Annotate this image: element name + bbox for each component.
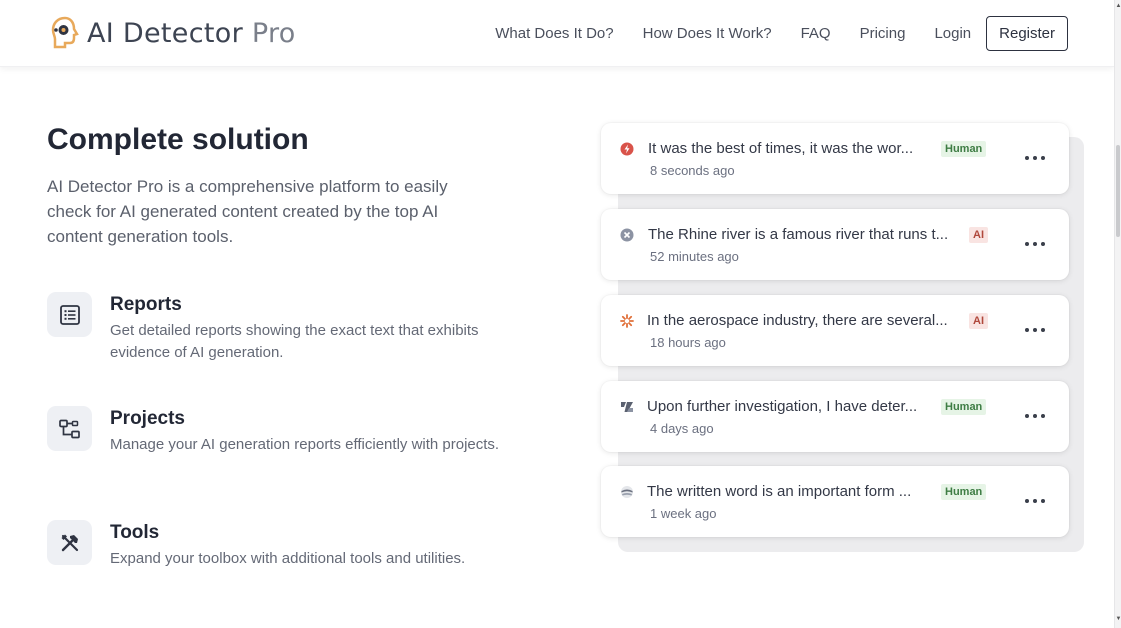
gray-circle-icon bbox=[619, 227, 635, 243]
site-header: AI Detector Pro What Does It Do? How Doe… bbox=[0, 0, 1114, 67]
layered-disc-icon bbox=[619, 484, 635, 500]
scrollbar-thumb[interactable] bbox=[1116, 145, 1120, 237]
report-snippet: The Rhine river is a famous river that r… bbox=[648, 226, 949, 243]
more-options-icon[interactable] bbox=[1025, 408, 1045, 424]
report-timestamp: 8 seconds ago bbox=[650, 163, 735, 178]
report-timestamp: 1 week ago bbox=[650, 506, 717, 521]
report-snippet: Upon further investigation, I have deter… bbox=[647, 398, 918, 415]
human-badge: Human bbox=[941, 399, 987, 415]
nav-how-does-it-work[interactable]: How Does It Work? bbox=[643, 25, 772, 42]
feature-title: Tools bbox=[110, 522, 160, 543]
brand-name-suffix: Pro bbox=[251, 17, 296, 49]
report-snippet: The written word is an important form ..… bbox=[647, 483, 912, 500]
feature-description: Manage your AI generation reports effici… bbox=[110, 436, 500, 453]
report-timestamp: 4 days ago bbox=[650, 421, 714, 436]
nav-what-does-it-do[interactable]: What Does It Do? bbox=[495, 25, 613, 42]
human-badge: Human bbox=[941, 484, 987, 500]
report-card[interactable]: The written word is an important form ..… bbox=[601, 466, 1069, 537]
report-card[interactable]: Upon further investigation, I have deter… bbox=[601, 381, 1069, 452]
report-list-icon bbox=[47, 292, 92, 337]
report-card[interactable]: It was the best of times, it was the wor… bbox=[601, 123, 1069, 194]
brand-name: AI Detector Pro bbox=[87, 18, 296, 49]
projects-flow-icon bbox=[47, 406, 92, 451]
page-scrollbar[interactable]: ▲ ▼ bbox=[1114, 0, 1121, 628]
brand-logo[interactable]: AI Detector Pro bbox=[50, 15, 296, 51]
feature-description: Get detailed reports showing the exact t… bbox=[110, 322, 479, 361]
scroll-down-arrow-icon[interactable]: ▼ bbox=[1115, 616, 1121, 623]
ai-badge: AI bbox=[969, 227, 988, 243]
report-timestamp: 18 hours ago bbox=[650, 335, 726, 350]
brand-name-main: AI Detector bbox=[87, 17, 243, 49]
feature-title: Projects bbox=[110, 408, 185, 429]
tools-icon bbox=[47, 520, 92, 565]
human-badge: Human bbox=[941, 141, 987, 157]
red-bolt-icon bbox=[619, 141, 635, 157]
report-snippet: In the aerospace industry, there are sev… bbox=[647, 312, 948, 329]
section-intro: AI Detector Pro is a comprehensive platf… bbox=[47, 177, 448, 246]
section-title: Complete solution bbox=[47, 123, 309, 156]
nav-pricing[interactable]: Pricing bbox=[860, 25, 906, 42]
more-options-icon[interactable] bbox=[1025, 150, 1045, 166]
more-options-icon[interactable] bbox=[1025, 236, 1045, 252]
nav-faq[interactable]: FAQ bbox=[801, 25, 831, 42]
slanted-logo-icon bbox=[619, 399, 635, 415]
report-timestamp: 52 minutes ago bbox=[650, 249, 739, 264]
report-card[interactable]: In the aerospace industry, there are sev… bbox=[601, 295, 1069, 366]
orange-burst-icon bbox=[619, 313, 635, 329]
main-nav: What Does It Do? How Does It Work? FAQ P… bbox=[495, 16, 1068, 51]
scroll-up-arrow-icon[interactable]: ▲ bbox=[1115, 3, 1121, 10]
brain-head-icon bbox=[51, 16, 79, 49]
report-snippet: It was the best of times, it was the wor… bbox=[648, 140, 914, 157]
feature-description: Expand your toolbox with additional tool… bbox=[110, 550, 466, 567]
register-button[interactable]: Register bbox=[986, 16, 1068, 51]
more-options-icon[interactable] bbox=[1025, 493, 1045, 509]
more-options-icon[interactable] bbox=[1025, 322, 1045, 338]
report-card[interactable]: The Rhine river is a famous river that r… bbox=[601, 209, 1069, 280]
ai-badge: AI bbox=[969, 313, 988, 329]
nav-login[interactable]: Login bbox=[934, 25, 971, 42]
feature-title: Reports bbox=[110, 294, 182, 315]
